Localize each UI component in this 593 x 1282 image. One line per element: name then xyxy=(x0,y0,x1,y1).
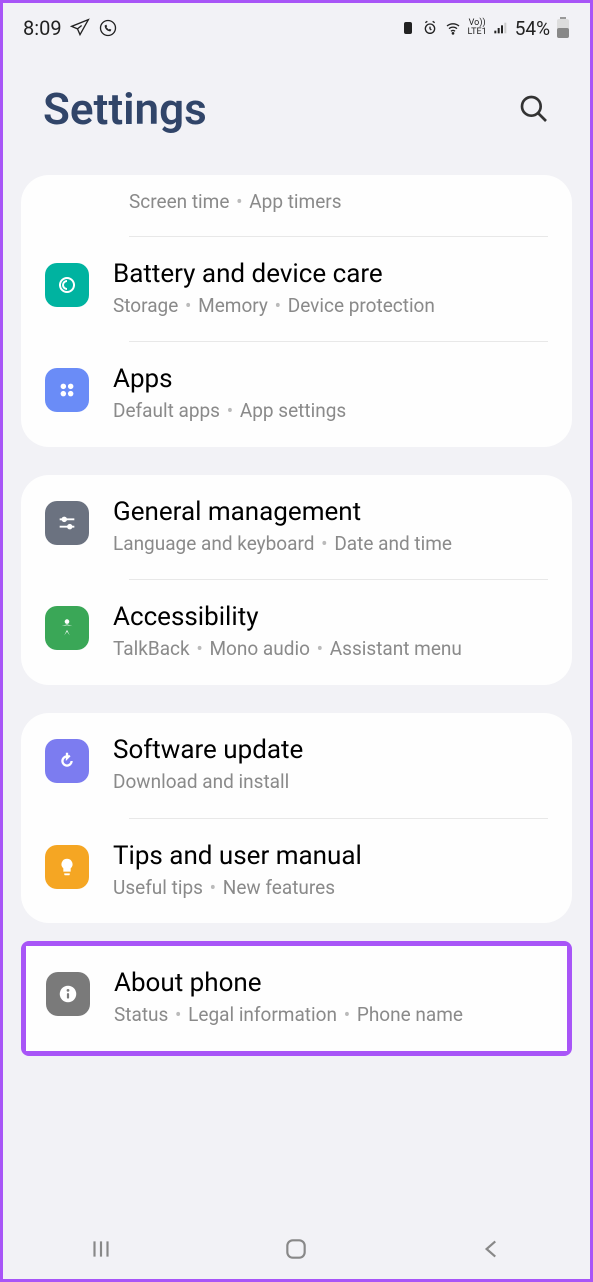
lightbulb-icon xyxy=(45,845,89,889)
settings-row-digital-wellbeing[interactable]: Screen time • App timers xyxy=(21,175,572,236)
navigation-bar xyxy=(3,1219,590,1279)
apps-icon xyxy=(45,368,89,412)
row-title: General management xyxy=(113,497,548,527)
row-title: Tips and user manual xyxy=(113,841,548,871)
sliders-icon xyxy=(45,501,89,545)
info-icon xyxy=(46,972,90,1016)
back-button[interactable] xyxy=(472,1229,512,1269)
search-button[interactable] xyxy=(518,93,550,125)
row-title: About phone xyxy=(114,968,547,998)
row-title: Software update xyxy=(113,735,548,765)
settings-card-2: General management Language and keyboard… xyxy=(21,475,572,685)
battery-icon xyxy=(556,17,570,39)
battery-care-icon xyxy=(45,263,89,307)
battery-percent: 54% xyxy=(515,17,550,40)
signal-icon xyxy=(493,20,509,36)
home-button[interactable] xyxy=(276,1229,316,1269)
page-title: Settings xyxy=(43,83,207,135)
whatsapp-icon xyxy=(98,18,118,38)
recent-apps-button[interactable] xyxy=(81,1229,121,1269)
status-bar: 8:09 Vo))LTE1 54% xyxy=(3,3,590,53)
accessibility-icon xyxy=(45,606,89,650)
row-title: Battery and device care xyxy=(113,259,548,289)
settings-row-apps[interactable]: Apps Default apps • App settings xyxy=(21,342,572,447)
header: Settings xyxy=(3,53,590,175)
settings-row-accessibility[interactable]: Accessibility TalkBack • Mono audio • As… xyxy=(21,580,572,685)
row-title: Accessibility xyxy=(113,602,548,632)
settings-row-tips[interactable]: Tips and user manual Useful tips • New f… xyxy=(21,819,572,924)
settings-row-software-update[interactable]: Software update Download and install xyxy=(21,713,572,818)
settings-card-3: Software update Download and install Tip… xyxy=(21,713,572,923)
volte-label: Vo))LTE1 xyxy=(468,19,487,37)
wifi-icon xyxy=(444,20,462,36)
notification-icon xyxy=(400,20,416,36)
settings-row-about-phone[interactable]: About phone Status • Legal information •… xyxy=(26,946,567,1051)
settings-row-general[interactable]: General management Language and keyboard… xyxy=(21,475,572,580)
row-title: Apps xyxy=(113,364,548,394)
about-phone-highlight: About phone Status • Legal information •… xyxy=(21,941,572,1056)
update-icon xyxy=(45,739,89,783)
telegram-icon xyxy=(70,18,90,38)
alarm-icon xyxy=(422,20,438,36)
settings-card-1: Screen time • App timers Battery and dev… xyxy=(21,175,572,447)
status-time: 8:09 xyxy=(23,16,62,40)
settings-row-battery[interactable]: Battery and device care Storage • Memory… xyxy=(21,237,572,342)
